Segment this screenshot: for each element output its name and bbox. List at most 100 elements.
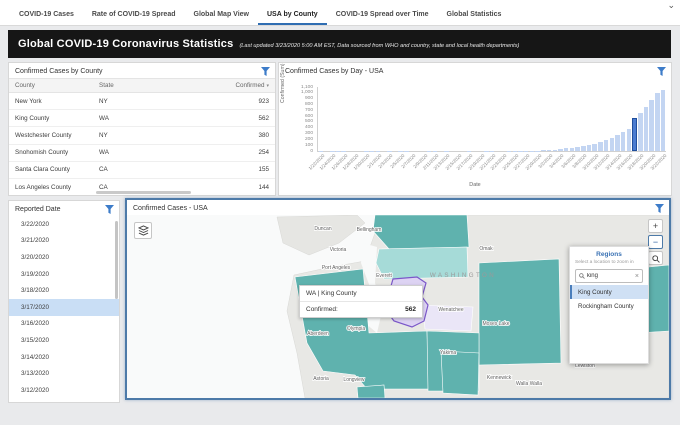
y-tick-label: 0 <box>310 149 313 154</box>
table-row[interactable]: Westchester CountyNY380 <box>9 127 275 144</box>
city-label-bellingham: Bellingham <box>357 227 382 233</box>
clear-search-icon[interactable]: × <box>635 273 639 280</box>
region-result-rockingham-county[interactable]: Rockingham County <box>570 299 648 313</box>
tab-covid-19-cases[interactable]: COVID-19 Cases <box>10 7 83 25</box>
city-label-port-angeles: Port Angeles <box>322 265 351 271</box>
date-item-3-22-2020[interactable]: 3/22/2020 <box>9 216 119 233</box>
horizontal-scrollbar[interactable] <box>96 191 191 194</box>
regions-search-input[interactable] <box>585 273 635 279</box>
bar-3/3/2020[interactable] <box>553 150 558 151</box>
bar-chart-plot <box>317 87 666 152</box>
date-item-3-19-2020[interactable]: 3/19/2020 <box>9 266 119 283</box>
cell-confirmed: 155 <box>175 166 269 173</box>
filter-icon[interactable] <box>657 67 666 76</box>
bar-3/20/2020[interactable] <box>649 100 654 151</box>
table-row[interactable]: New YorkNY923 <box>9 93 275 110</box>
date-item-3-20-2020[interactable]: 3/20/2020 <box>9 249 119 266</box>
county-region-north[interactable] <box>373 215 469 249</box>
bar-3/17/2020[interactable] <box>632 118 637 151</box>
cell-confirmed: 254 <box>175 149 269 156</box>
panel-title: Reported Date <box>9 201 119 216</box>
map-search-button[interactable] <box>648 251 663 265</box>
bar-3/10/2020[interactable] <box>592 144 597 151</box>
reported-date-panel: Reported Date 3/22/20203/21/20203/20/202… <box>8 200 120 403</box>
cell-state: NY <box>99 132 175 139</box>
y-tick-label: 500 <box>305 119 313 124</box>
table-header-row: County State Confirmed▾ <box>9 78 275 93</box>
bar-3/8/2020[interactable] <box>581 146 586 151</box>
y-tick-label: 200 <box>305 137 313 142</box>
bar-3/22/2020[interactable] <box>661 90 666 151</box>
county-region-border-1[interactable] <box>357 385 385 398</box>
bar-3/18/2020[interactable] <box>638 113 643 151</box>
map-zoom-out-button[interactable]: − <box>648 235 663 249</box>
tab-covid-19-spread-over-time[interactable]: COVID-19 Spread over Time <box>327 7 438 25</box>
panel-title: Confirmed Cases by Day - USA <box>279 63 671 78</box>
date-item-3-13-2020[interactable]: 3/13/2020 <box>9 365 119 382</box>
table-row[interactable]: Snohomish CountyWA254 <box>9 145 275 162</box>
y-tick-label: 600 <box>305 114 313 119</box>
column-header-confirmed[interactable]: Confirmed▾ <box>175 82 269 89</box>
date-item-3-12-2020[interactable]: 3/12/2020 <box>9 382 119 399</box>
bar-3/2/2020[interactable] <box>547 150 552 151</box>
bar-3/14/2020[interactable] <box>615 135 620 151</box>
date-item-3-11-2020[interactable]: 3/11/2020 <box>9 399 119 403</box>
bar-3/19/2020[interactable] <box>644 107 649 151</box>
bar-3/16/2020[interactable] <box>627 129 632 151</box>
bar-3/12/2020[interactable] <box>604 140 609 151</box>
table-body: New YorkNY923King CountyWA562Westchester… <box>9 93 275 196</box>
layers-icon <box>138 225 149 236</box>
bar-3/11/2020[interactable] <box>598 142 603 151</box>
date-item-3-17-2020[interactable]: 3/17/2020 <box>9 299 119 316</box>
bar-3/21/2020[interactable] <box>655 93 660 151</box>
bar-3/7/2020[interactable] <box>575 147 580 151</box>
cell-county: Westchester County <box>15 132 99 139</box>
tooltip-value: 562 <box>405 306 416 313</box>
county-region-border-2[interactable] <box>441 351 479 395</box>
chevron-down-icon[interactable]: ⌄ <box>667 0 675 10</box>
column-header-county[interactable]: County <box>15 82 99 89</box>
regions-subtitle: Select a location to zoom in <box>570 259 648 267</box>
confirmed-cases-map-panel: Confirmed Cases - USA DuncanBellinghamVi… <box>125 198 671 400</box>
tab-global-map-view[interactable]: Global Map View <box>185 7 259 25</box>
map-tooltip: WA | King County Confirmed: 562 <box>299 285 423 318</box>
y-axis-title: Confirmed (Sum) <box>280 64 286 104</box>
date-item-3-14-2020[interactable]: 3/14/2020 <box>9 349 119 366</box>
bar-3/13/2020[interactable] <box>610 138 615 151</box>
bar-3/5/2020[interactable] <box>564 148 569 151</box>
bar-3/9/2020[interactable] <box>587 145 592 151</box>
column-header-state[interactable]: State <box>99 82 175 89</box>
tab-rate-of-covid-19-spread[interactable]: Rate of COVID-19 Spread <box>83 7 185 25</box>
map-layers-button[interactable] <box>134 222 152 239</box>
cell-confirmed: 380 <box>175 132 269 139</box>
tab-usa-by-county[interactable]: USA by County <box>258 7 327 25</box>
city-label-aberdeen: Aberdeen <box>307 331 329 337</box>
regions-result-list: King CountyRockingham County <box>570 285 648 313</box>
city-label-wenatchee: Wenatchee <box>438 307 463 313</box>
tooltip-measure-label: Confirmed: <box>306 306 338 313</box>
filter-icon[interactable] <box>655 204 664 213</box>
vertical-scrollbar[interactable] <box>115 221 118 299</box>
bar-3/15/2020[interactable] <box>621 132 626 151</box>
city-label-longview: Longview <box>343 377 365 383</box>
y-tick-label: 400 <box>305 125 313 130</box>
filter-icon[interactable] <box>105 205 114 214</box>
bar-3/4/2020[interactable] <box>558 149 563 151</box>
date-item-3-18-2020[interactable]: 3/18/2020 <box>9 282 119 299</box>
table-row[interactable]: King CountyWA562 <box>9 110 275 127</box>
tab-global-statistics[interactable]: Global Statistics <box>438 7 511 25</box>
bar-3/1/2020[interactable] <box>541 150 546 151</box>
date-item-3-16-2020[interactable]: 3/16/2020 <box>9 316 119 333</box>
confirmed-cases-by-county-panel: Confirmed Cases by County County State C… <box>8 62 276 196</box>
date-item-3-21-2020[interactable]: 3/21/2020 <box>9 233 119 250</box>
cell-confirmed: 923 <box>175 98 269 105</box>
x-axis-ticks: 1/22/20201/24/20201/26/20201/28/20201/30… <box>317 152 665 178</box>
map-zoom-in-button[interactable]: + <box>648 219 663 233</box>
date-item-3-15-2020[interactable]: 3/15/2020 <box>9 332 119 349</box>
filter-icon[interactable] <box>261 67 270 76</box>
bar-3/6/2020[interactable] <box>570 148 575 151</box>
table-row[interactable]: Santa Clara CountyCA155 <box>9 162 275 179</box>
y-tick-label: 1,100 <box>301 85 313 90</box>
y-tick-label: 300 <box>305 131 313 136</box>
region-result-king-county[interactable]: King County <box>570 285 648 299</box>
